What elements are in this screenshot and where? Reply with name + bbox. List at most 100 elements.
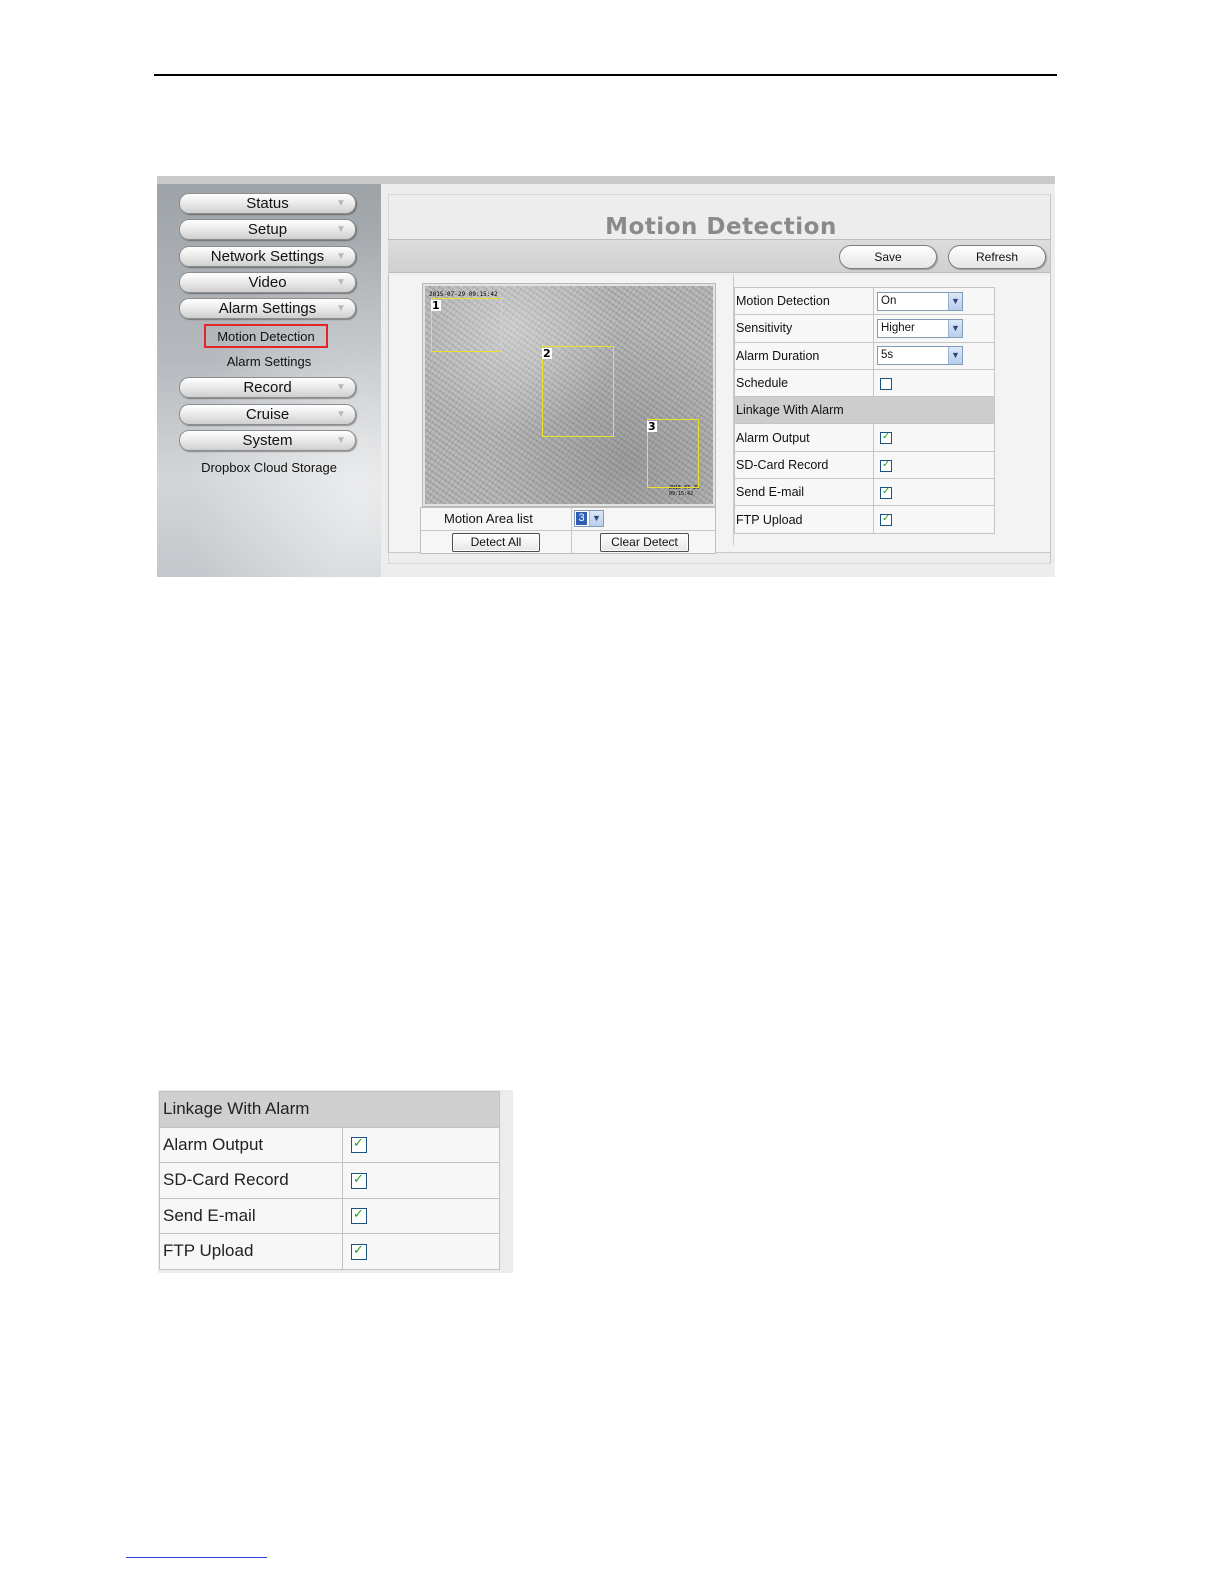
table-row: Schedule bbox=[734, 368, 995, 398]
chevron-down-icon[interactable]: ▼ bbox=[948, 347, 962, 365]
motion-zone-3-number: 3 bbox=[647, 420, 657, 433]
sensitivity-value: Higher bbox=[881, 321, 915, 334]
chevron-down-icon[interactable]: ▼ bbox=[948, 292, 962, 310]
linkage-table: Linkage With Alarm Alarm Output SD-Card … bbox=[159, 1091, 500, 1270]
divider bbox=[571, 508, 572, 553]
table-row: SD-Card Record bbox=[734, 450, 995, 480]
motion-zone-2[interactable] bbox=[542, 346, 614, 437]
menu-label: Setup bbox=[247, 221, 288, 238]
motion-area-list-label: Motion Area list bbox=[444, 511, 533, 526]
menu-network-settings-button[interactable]: Network Settings ▼ bbox=[179, 246, 356, 267]
motion-detection-cell: On ▼ bbox=[873, 286, 995, 316]
menu-label: Video bbox=[248, 274, 287, 291]
clear-detect-button[interactable]: Clear Detect bbox=[600, 533, 689, 552]
video-timestamp: 2015-07-29 09:15:42 bbox=[429, 291, 498, 298]
table-row: Alarm Duration 5s ▼ bbox=[734, 341, 995, 370]
menu-label: Cruise bbox=[245, 406, 290, 423]
sd-card-record-label: SD-Card Record bbox=[159, 1162, 343, 1199]
chevron-down-icon: ▼ bbox=[336, 303, 346, 314]
table-row: Linkage With Alarm bbox=[734, 396, 995, 425]
menu-setup-button[interactable]: Setup ▼ bbox=[179, 219, 356, 240]
ftp-upload-checkbox[interactable] bbox=[351, 1243, 367, 1260]
sd-card-record-label: SD-Card Record bbox=[734, 450, 874, 480]
video-preview[interactable]: 2015-07-29 09:15:42 2015-07-29 09:15:42 … bbox=[422, 283, 716, 507]
sensitivity-select[interactable]: Higher ▼ bbox=[877, 318, 963, 338]
alarm-output-cell bbox=[873, 423, 995, 452]
submenu-dropbox-cloud-storage[interactable]: Dropbox Cloud Storage bbox=[157, 460, 381, 475]
motion-zone-1[interactable] bbox=[431, 298, 502, 352]
table-row: Alarm Output bbox=[734, 423, 995, 452]
sd-card-record-cell bbox=[873, 450, 995, 480]
motion-area-list-select[interactable]: 3 ▼ bbox=[574, 510, 604, 527]
ftp-upload-cell bbox=[873, 505, 995, 534]
ftp-upload-label: FTP Upload bbox=[734, 505, 874, 534]
menu-cruise-button[interactable]: Cruise ▼ bbox=[179, 404, 356, 425]
menu-alarm-settings-button[interactable]: Alarm Settings ▼ bbox=[179, 298, 356, 319]
settings-area: 2015-07-29 09:15:42 2015-07-29 09:15:42 … bbox=[388, 275, 1050, 554]
send-email-cell bbox=[873, 478, 995, 507]
alarm-output-label: Alarm Output bbox=[734, 423, 874, 452]
motion-detection-select[interactable]: On ▼ bbox=[877, 291, 963, 311]
chevron-down-icon[interactable]: ▼ bbox=[948, 319, 962, 337]
schedule-checkbox[interactable] bbox=[880, 377, 892, 390]
save-button[interactable]: Save bbox=[839, 245, 937, 269]
main-content: Motion Detection Save Refresh 2015-07-29… bbox=[381, 184, 1055, 577]
sd-card-record-checkbox[interactable] bbox=[880, 459, 892, 472]
motion-zone-1-number: 1 bbox=[431, 299, 441, 312]
chevron-down-icon: ▼ bbox=[336, 224, 346, 235]
menu-label: Network Settings bbox=[210, 248, 325, 265]
sd-card-record-checkbox[interactable] bbox=[351, 1172, 367, 1189]
motion-area-list-value: 3 bbox=[576, 512, 587, 525]
sensitivity-label: Sensitivity bbox=[734, 314, 874, 343]
toolbar: Save Refresh bbox=[388, 239, 1050, 273]
alarm-output-label: Alarm Output bbox=[159, 1126, 343, 1163]
footer-link-underline bbox=[126, 1557, 267, 1558]
alarm-output-checkbox[interactable] bbox=[351, 1136, 367, 1154]
alarm-duration-cell: 5s ▼ bbox=[873, 341, 995, 370]
refresh-button[interactable]: Refresh bbox=[948, 245, 1046, 269]
send-email-label: Send E-mail bbox=[734, 478, 874, 507]
ftp-upload-label: FTP Upload bbox=[159, 1233, 343, 1270]
alarm-duration-select[interactable]: 5s ▼ bbox=[877, 346, 963, 366]
chevron-down-icon: ▼ bbox=[336, 382, 346, 393]
menu-video-button[interactable]: Video ▼ bbox=[179, 272, 356, 293]
divider bbox=[421, 530, 715, 531]
menu-system-button[interactable]: System ▼ bbox=[179, 430, 356, 451]
alarm-output-checkbox[interactable] bbox=[880, 431, 892, 445]
chevron-down-icon: ▼ bbox=[336, 409, 346, 420]
motion-area-controls: Motion Area list 3 ▼ Detect All Clear De… bbox=[420, 507, 716, 554]
table-row: Send E-mail bbox=[159, 1197, 500, 1234]
camera-web-ui-screenshot: Status ▼ Setup ▼ Network Settings ▼ Vide… bbox=[157, 176, 1055, 577]
page-title: Motion Detection bbox=[605, 214, 837, 240]
send-email-checkbox[interactable] bbox=[351, 1207, 367, 1225]
table-row: Send E-mail bbox=[734, 478, 995, 507]
table-row: Alarm Output bbox=[159, 1126, 500, 1163]
motion-settings-table: Motion Detection On ▼ Sensitivity Higher… bbox=[734, 286, 995, 534]
menu-label: Alarm Settings bbox=[218, 300, 317, 317]
table-row: Sensitivity Higher ▼ bbox=[734, 314, 995, 343]
menu-label: Status bbox=[246, 195, 289, 212]
send-email-checkbox[interactable] bbox=[880, 486, 892, 499]
submenu-alarm-settings[interactable]: Alarm Settings bbox=[157, 354, 381, 369]
detect-all-button[interactable]: Detect All bbox=[452, 533, 540, 552]
chevron-down-icon[interactable]: ▼ bbox=[589, 511, 603, 526]
linkage-with-alarm-header: Linkage With Alarm bbox=[734, 396, 995, 425]
chevron-down-icon: ▼ bbox=[336, 277, 346, 288]
menu-label: System bbox=[242, 432, 293, 449]
menu-record-button[interactable]: Record ▼ bbox=[179, 377, 356, 398]
sensitivity-cell: Higher ▼ bbox=[873, 314, 995, 343]
table-row: Linkage With Alarm bbox=[159, 1091, 500, 1128]
table-row: Motion Detection On ▼ bbox=[734, 286, 995, 316]
chevron-down-icon: ▼ bbox=[336, 435, 346, 446]
ftp-upload-checkbox[interactable] bbox=[880, 513, 892, 527]
motion-detection-label: Motion Detection bbox=[734, 286, 874, 316]
alarm-duration-label: Alarm Duration bbox=[734, 341, 874, 370]
send-email-label: Send E-mail bbox=[159, 1197, 343, 1234]
menu-status-button[interactable]: Status ▼ bbox=[179, 193, 356, 214]
table-row: FTP Upload bbox=[734, 505, 995, 534]
table-row: SD-Card Record bbox=[159, 1162, 500, 1199]
submenu-motion-detection[interactable]: Motion Detection bbox=[204, 324, 328, 348]
sd-card-record-cell bbox=[342, 1162, 500, 1199]
schedule-label: Schedule bbox=[734, 368, 874, 398]
motion-zone-2-number: 2 bbox=[542, 347, 552, 360]
